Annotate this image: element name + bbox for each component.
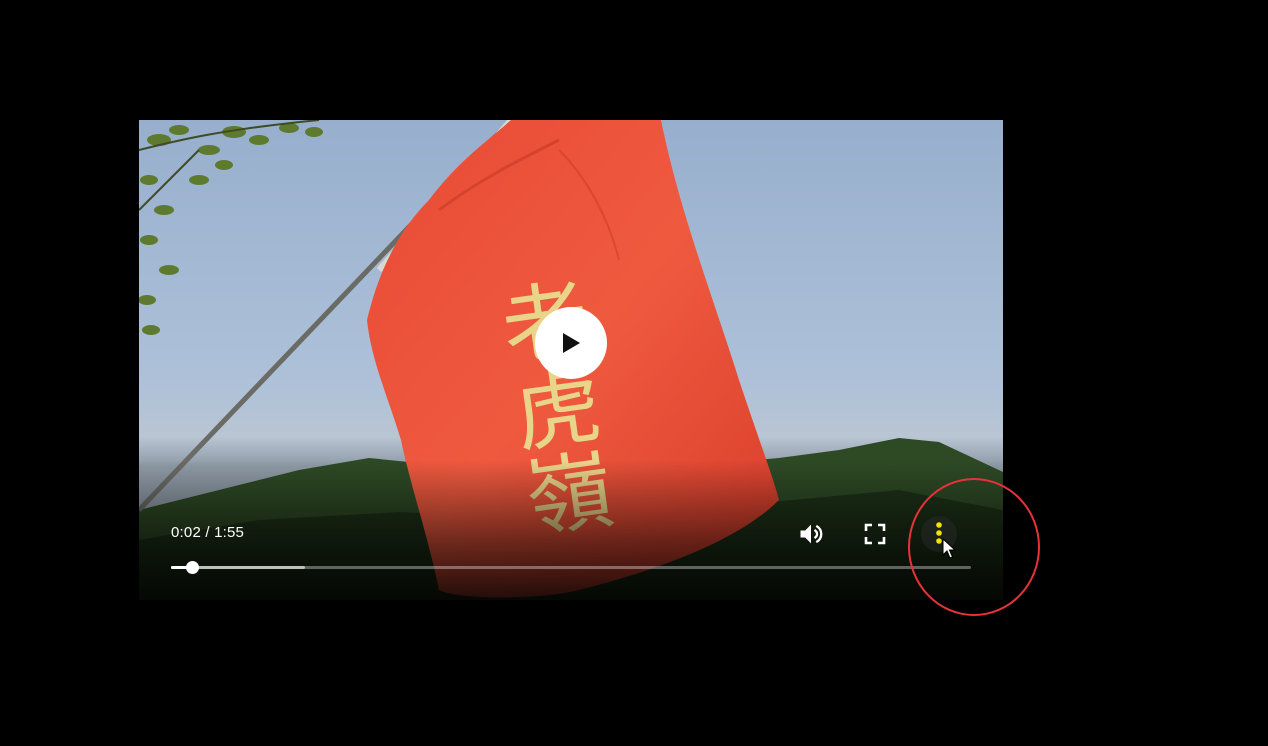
progress-thumb[interactable] [185, 561, 199, 574]
page: 老虎嶺 0:02 / 1:55 [0, 0, 1268, 746]
volume-button[interactable] [793, 516, 829, 552]
more-options-icon [936, 522, 942, 544]
more-options-button[interactable] [921, 516, 957, 552]
volume-icon [800, 524, 823, 544]
progress-bar[interactable] [171, 561, 971, 574]
play-icon [563, 333, 580, 353]
fullscreen-icon [864, 523, 886, 545]
time-display: 0:02 / 1:55 [171, 524, 245, 541]
video-player[interactable]: 老虎嶺 0:02 / 1:55 [139, 120, 1003, 600]
play-button[interactable] [535, 307, 607, 379]
fullscreen-button[interactable] [857, 516, 893, 552]
